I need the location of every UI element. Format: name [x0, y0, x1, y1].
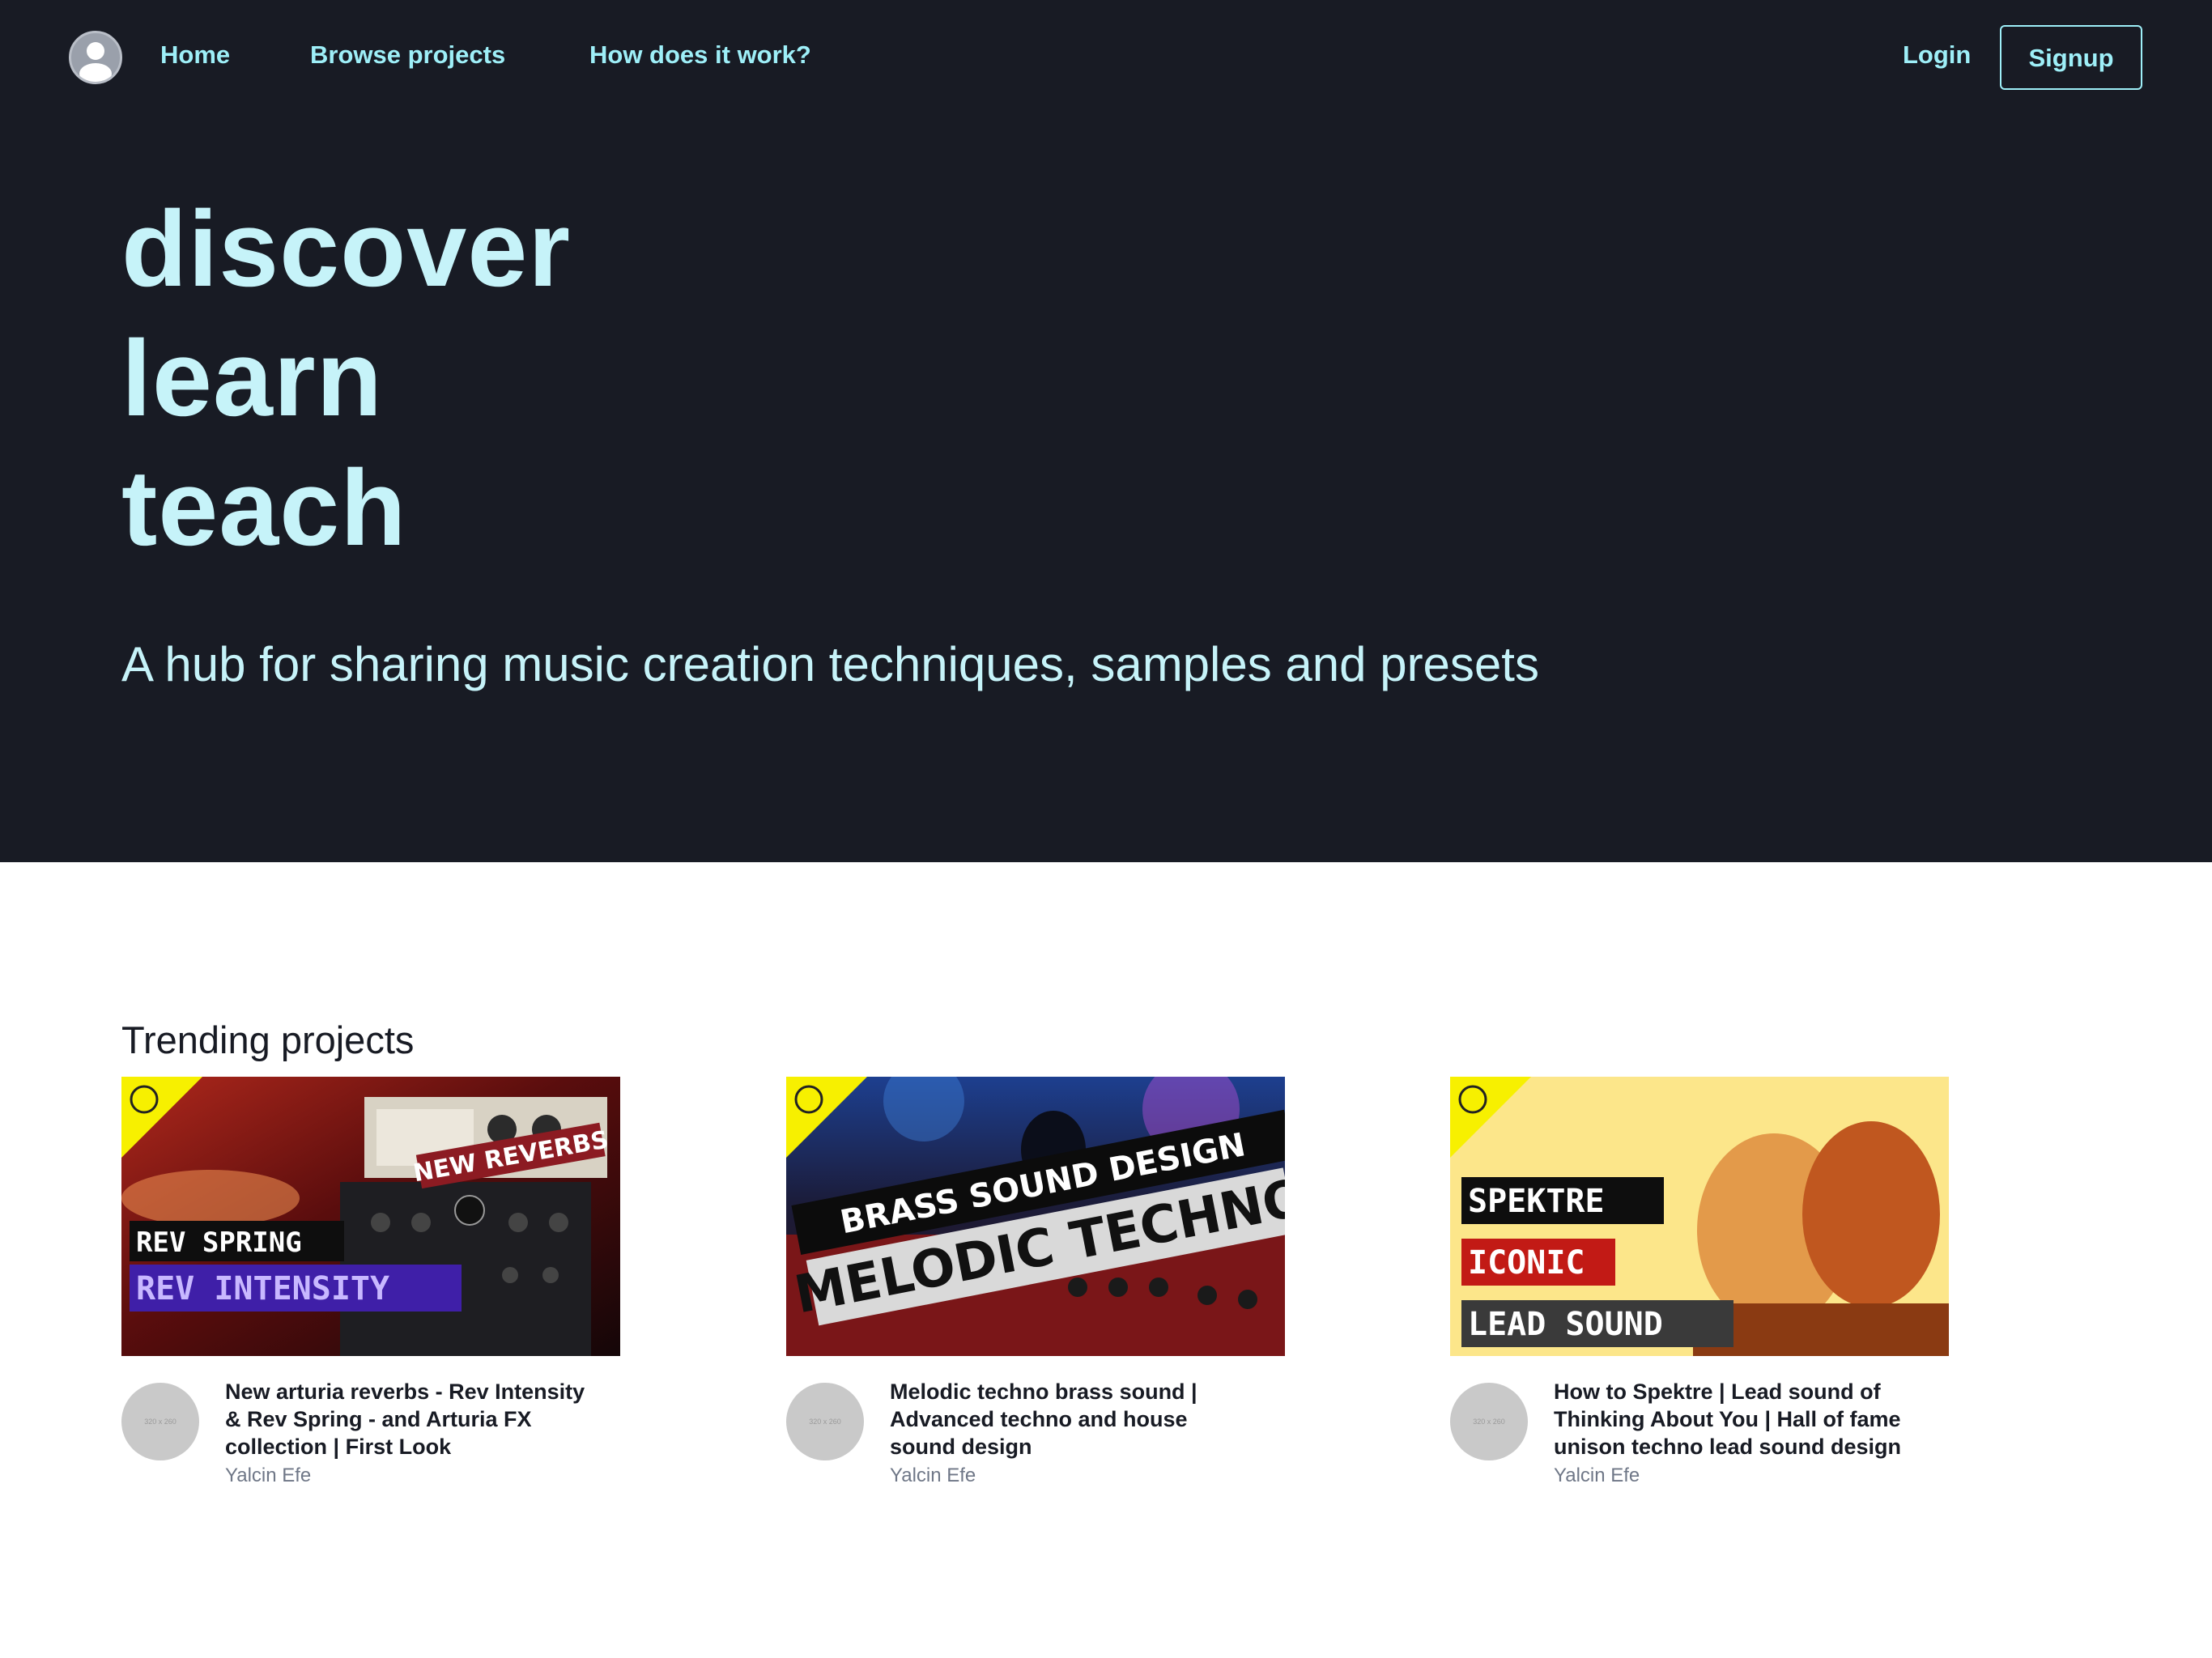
thumb-text: ICONIC — [1468, 1244, 1585, 1282]
signup-button[interactable]: Signup — [2000, 25, 2142, 90]
top-navbar: Home Browse projects How does it work? L… — [0, 0, 2212, 113]
project-card[interactable]: NEW REVERBS REV SPRING REV INTENSITY 320… — [121, 1077, 620, 1498]
author-avatar: 320 x 260 — [786, 1383, 864, 1460]
hero-section: Home Browse projects How does it work? L… — [0, 0, 2212, 862]
project-author[interactable]: Yalcin Efe — [225, 1464, 311, 1488]
author-avatar: 320 x 260 — [1450, 1383, 1528, 1460]
project-thumbnail[interactable]: NEW REVERBS REV SPRING REV INTENSITY — [121, 1077, 620, 1356]
project-card[interactable]: BRASS SOUND DESIGN MELODIC TECHNO 320 x … — [786, 1077, 1285, 1498]
thumb-text: REV INTENSITY — [136, 1270, 389, 1307]
hero-tagline: A hub for sharing music creation techniq… — [121, 637, 1539, 691]
trending-projects-heading: Trending projects — [121, 1018, 415, 1061]
thumb-text: REV SPRING — [136, 1226, 302, 1259]
project-thumbnail[interactable]: SPEKTRE ICONIC LEAD SOUND — [1450, 1077, 1949, 1356]
project-card[interactable]: SPEKTRE ICONIC LEAD SOUND 320 x 260 How … — [1450, 1077, 1949, 1498]
project-author[interactable]: Yalcin Efe — [890, 1464, 976, 1488]
project-author[interactable]: Yalcin Efe — [1554, 1464, 1640, 1488]
login-link[interactable]: Login — [1903, 39, 1971, 71]
thumb-text: SPEKTRE — [1468, 1183, 1605, 1220]
project-title[interactable]: How to Spektre | Lead sound of Thinking … — [1554, 1378, 1918, 1460]
author-avatar: 320 x 260 — [121, 1383, 199, 1460]
project-title[interactable]: New arturia reverbs - Rev Intensity & Re… — [225, 1378, 589, 1460]
project-title[interactable]: Melodic techno brass sound | Advanced te… — [890, 1378, 1254, 1460]
nav-how-it-works-link[interactable]: How does it work? — [589, 39, 811, 71]
nav-home-link[interactable]: Home — [160, 39, 230, 71]
hero-word-discover: discover — [121, 189, 572, 309]
hero-word-learn: learn — [121, 319, 383, 439]
thumb-text: LEAD SOUND — [1468, 1306, 1663, 1343]
user-avatar-icon[interactable] — [69, 31, 122, 84]
nav-browse-projects-link[interactable]: Browse projects — [310, 39, 505, 71]
project-thumbnail[interactable]: BRASS SOUND DESIGN MELODIC TECHNO — [786, 1077, 1285, 1356]
hero-word-teach: teach — [121, 449, 407, 568]
